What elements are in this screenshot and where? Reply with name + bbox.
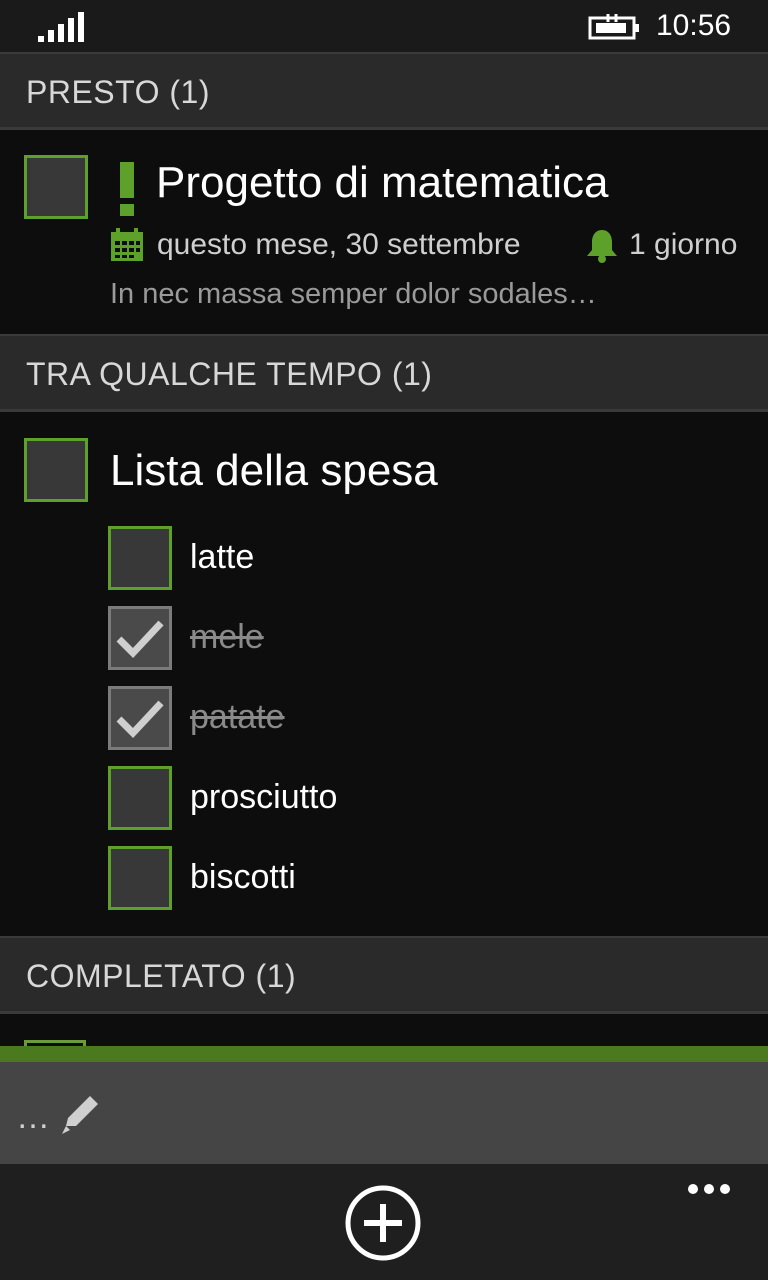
subitem[interactable]: prosciutto xyxy=(108,766,708,832)
subitem-checkbox[interactable] xyxy=(108,846,172,910)
section-title: TRA QUALCHE TEMPO (1) xyxy=(26,356,433,392)
action-panel: … xyxy=(0,1062,768,1164)
subitem[interactable]: latte xyxy=(108,526,708,592)
ellipsis-icon[interactable] xyxy=(686,1182,732,1196)
subitem-label: biscotti xyxy=(190,858,296,896)
checkmark-icon xyxy=(116,620,164,659)
task-checkbox[interactable] xyxy=(24,438,88,502)
subitem-checkbox[interactable] xyxy=(108,526,172,590)
section-title: COMPLETATO (1) xyxy=(26,958,297,994)
subitem-label: prosciutto xyxy=(190,778,338,816)
exclamation-icon xyxy=(120,162,134,216)
subitem-label: patate xyxy=(190,698,285,736)
subitem-checkbox-checked[interactable] xyxy=(108,686,172,750)
task-note: In nec massa semper dolor sodales… xyxy=(110,278,597,310)
clock: 10:56 xyxy=(656,9,732,42)
subitem[interactable]: patate xyxy=(108,686,708,752)
task-item[interactable]: Lista della spesa latte mele patate pros… xyxy=(0,412,768,934)
reminder: 1 giorno xyxy=(629,228,738,261)
section-header-tra-qualche-tempo[interactable]: TRA QUALCHE TEMPO (1) xyxy=(0,334,768,412)
section-header-presto[interactable]: PRESTO (1) xyxy=(0,52,768,130)
subitem-checkbox-checked[interactable] xyxy=(108,606,172,670)
subitem-checkbox[interactable] xyxy=(108,766,172,830)
task-title: Lista della spesa xyxy=(110,446,438,495)
task-checkbox[interactable] xyxy=(24,155,88,219)
calendar-icon xyxy=(111,228,143,261)
task-item[interactable]: Progetto di matematica questo mese, 30 s… xyxy=(0,130,768,332)
section-title: PRESTO (1) xyxy=(26,74,210,110)
section-header-completato[interactable]: COMPLETATO (1) xyxy=(0,936,768,1014)
app-bar xyxy=(0,1164,768,1280)
more-options-button[interactable]: … xyxy=(16,1098,50,1137)
subitem[interactable]: biscotti xyxy=(108,846,708,912)
checkmark-icon xyxy=(116,700,164,739)
bell-icon xyxy=(587,230,617,263)
battery-charging-icon xyxy=(588,14,639,40)
add-circle-icon[interactable] xyxy=(344,1184,422,1262)
pencil-icon[interactable] xyxy=(58,1090,104,1136)
signal-bars-icon xyxy=(38,12,84,42)
task-title: Progetto di matematica xyxy=(156,158,609,207)
subitem[interactable]: mele xyxy=(108,606,708,672)
due-date: questo mese, 30 settembre xyxy=(157,228,521,261)
subitem-label: latte xyxy=(190,538,255,576)
status-bar: 10:56 xyxy=(0,0,768,52)
subitem-label: mele xyxy=(190,618,264,656)
completed-task-highlight xyxy=(0,1046,768,1062)
